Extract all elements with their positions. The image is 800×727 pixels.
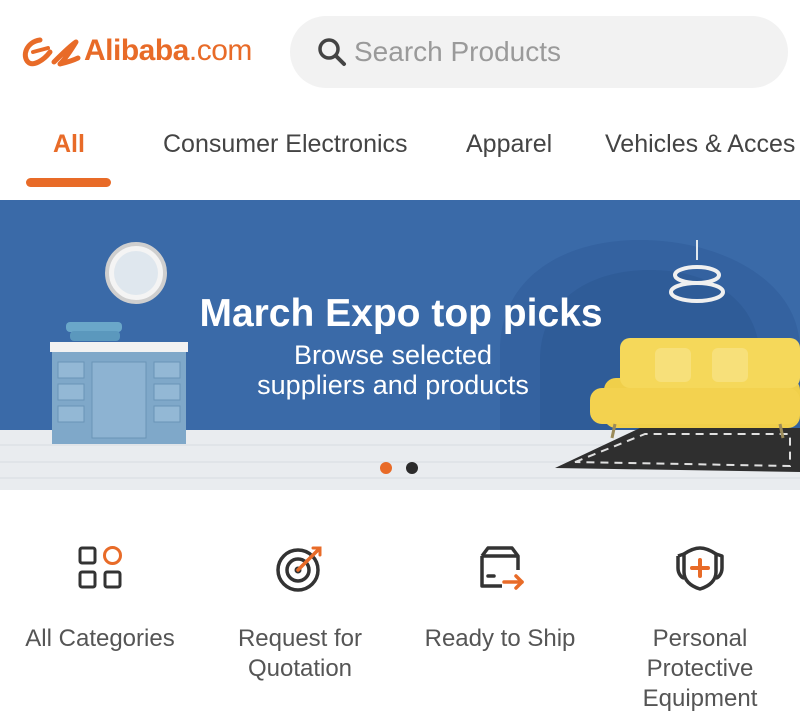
banner-subtitle-line2: suppliers and products (257, 370, 529, 400)
shipping-box-icon (480, 546, 524, 590)
banner-subtitle: Browse selected suppliers and products (0, 340, 786, 400)
tab-consumer-electronics[interactable]: Consumer Electronics (163, 130, 408, 159)
tab-all[interactable]: All (53, 130, 85, 159)
category-tabs: All Consumer Electronics Apparel Vehicle… (0, 118, 800, 196)
header: Alibaba.com (0, 0, 800, 105)
target-icon (276, 546, 322, 592)
shield-plus-icon (676, 546, 724, 591)
logo-text: Alibaba.com (84, 34, 252, 68)
search-input[interactable] (354, 36, 754, 68)
search-icon (318, 38, 346, 66)
categories-grid-icon (78, 546, 122, 589)
active-tab-indicator (26, 178, 111, 187)
carousel-dot[interactable] (406, 462, 418, 474)
action-label: All Categories (25, 625, 175, 652)
action-label: Request for Quotation (237, 625, 363, 682)
alibaba-logo[interactable]: Alibaba.com (20, 26, 252, 76)
logo-wordmark: Alibaba (84, 34, 189, 67)
banner-title: March Expo top picks (199, 292, 603, 335)
tab-vehicles-accessories[interactable]: Vehicles & Acces (605, 130, 795, 159)
tab-apparel[interactable]: Apparel (466, 130, 552, 159)
action-label: Ready to Ship (424, 625, 576, 652)
quick-actions: All Categories Request for Quotation Rea… (0, 530, 800, 727)
promo-banner[interactable]: March Expo top picks Browse selected sup… (0, 200, 800, 490)
carousel-dots (380, 462, 418, 474)
action-request-quotation[interactable]: Request for Quotation (200, 530, 400, 684)
logo-suffix: .com (188, 34, 253, 67)
action-all-categories[interactable]: All Categories (0, 530, 200, 654)
banner-subtitle-line1: Browse selected (293, 340, 493, 370)
carousel-dot-active[interactable] (380, 462, 392, 474)
alibaba-logo-icon (22, 37, 81, 67)
action-ready-to-ship[interactable]: Ready to Ship (400, 530, 600, 654)
search-bar[interactable] (290, 16, 788, 88)
action-label: Personal Protective Equipment (642, 625, 758, 712)
action-personal-protective-equipment[interactable]: Personal Protective Equipment (600, 530, 800, 714)
